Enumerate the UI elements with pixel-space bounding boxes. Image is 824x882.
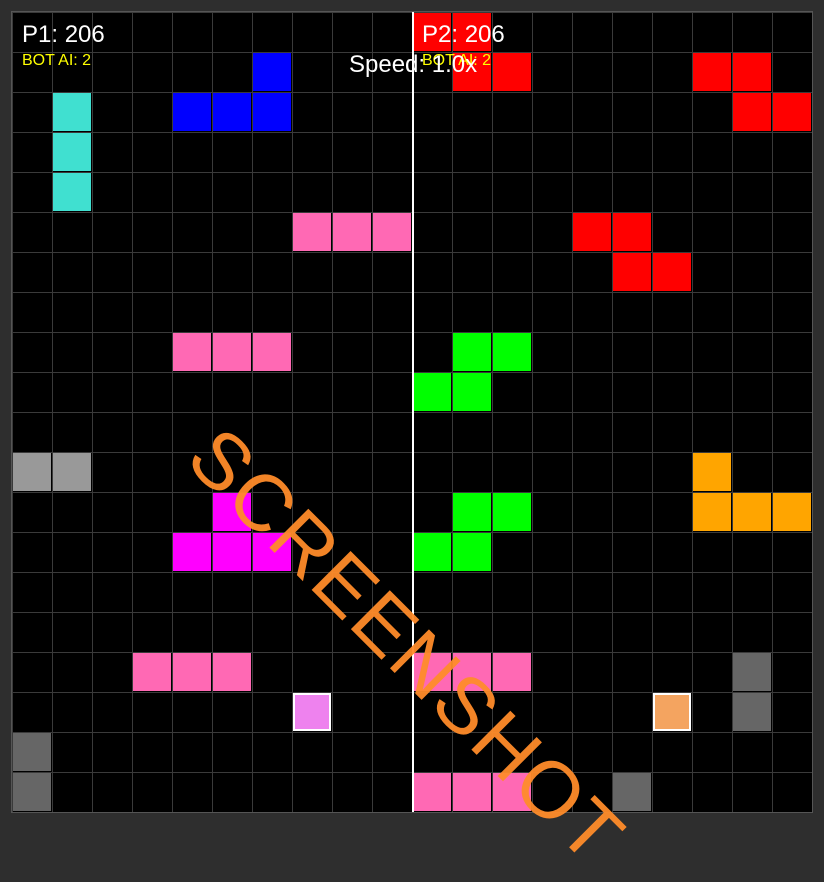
block-cell <box>173 533 211 571</box>
block-cell <box>613 213 651 251</box>
block-cell <box>653 253 691 291</box>
block-cell <box>733 693 771 731</box>
block-cell <box>613 773 651 811</box>
block-cell <box>733 93 771 131</box>
block-cell <box>53 93 91 131</box>
block-cell <box>173 93 211 131</box>
block-cell <box>453 533 491 571</box>
block-cell <box>413 773 451 811</box>
block-cell <box>573 213 611 251</box>
block-cell <box>13 773 51 811</box>
block-cell <box>213 93 251 131</box>
block-cell <box>213 333 251 371</box>
block-cell <box>413 373 451 411</box>
block-cell <box>693 53 731 91</box>
game-board[interactable]: P1: 206 BOT AI: 2 P2: 206 BOT AI: 2 Spee… <box>11 11 813 813</box>
block-cell <box>733 653 771 691</box>
player-divider <box>412 12 414 812</box>
block-cell <box>493 53 531 91</box>
block-cell <box>333 213 371 251</box>
block-cell <box>213 653 251 691</box>
block-cell <box>173 333 211 371</box>
block-cell <box>453 773 491 811</box>
active-piece-marker <box>653 693 691 731</box>
speed-indicator: Speed: 1.0x <box>349 51 478 78</box>
block-cell <box>413 533 451 571</box>
active-piece-marker <box>293 693 331 731</box>
block-cell <box>693 493 731 531</box>
block-cell <box>613 253 651 291</box>
block-cell <box>453 493 491 531</box>
p1-score: P1: 206 <box>22 21 105 48</box>
block-cell <box>453 373 491 411</box>
block-cell <box>693 453 731 491</box>
block-cell <box>133 653 171 691</box>
block-cell <box>173 653 211 691</box>
block-cell <box>373 213 411 251</box>
block-cell <box>293 213 331 251</box>
block-cell <box>493 653 531 691</box>
block-cell <box>493 333 531 371</box>
block-cell <box>213 493 251 531</box>
block-cell <box>733 53 771 91</box>
block-cell <box>493 773 531 811</box>
block-cell <box>453 653 491 691</box>
block-cell <box>453 333 491 371</box>
block-cell <box>53 453 91 491</box>
block-cell <box>13 733 51 771</box>
block-cell <box>13 453 51 491</box>
block-cell <box>493 493 531 531</box>
block-cell <box>253 93 291 131</box>
block-cell <box>773 93 811 131</box>
block-cell <box>53 133 91 171</box>
block-cell <box>253 53 291 91</box>
block-cell <box>733 493 771 531</box>
block-cell <box>53 173 91 211</box>
p2-score: P2: 206 <box>422 21 505 48</box>
block-cell <box>253 333 291 371</box>
block-cell <box>773 493 811 531</box>
block-cell <box>213 533 251 571</box>
p1-ai-level: BOT AI: 2 <box>22 52 92 69</box>
block-cell <box>413 653 451 691</box>
block-cell <box>253 533 291 571</box>
